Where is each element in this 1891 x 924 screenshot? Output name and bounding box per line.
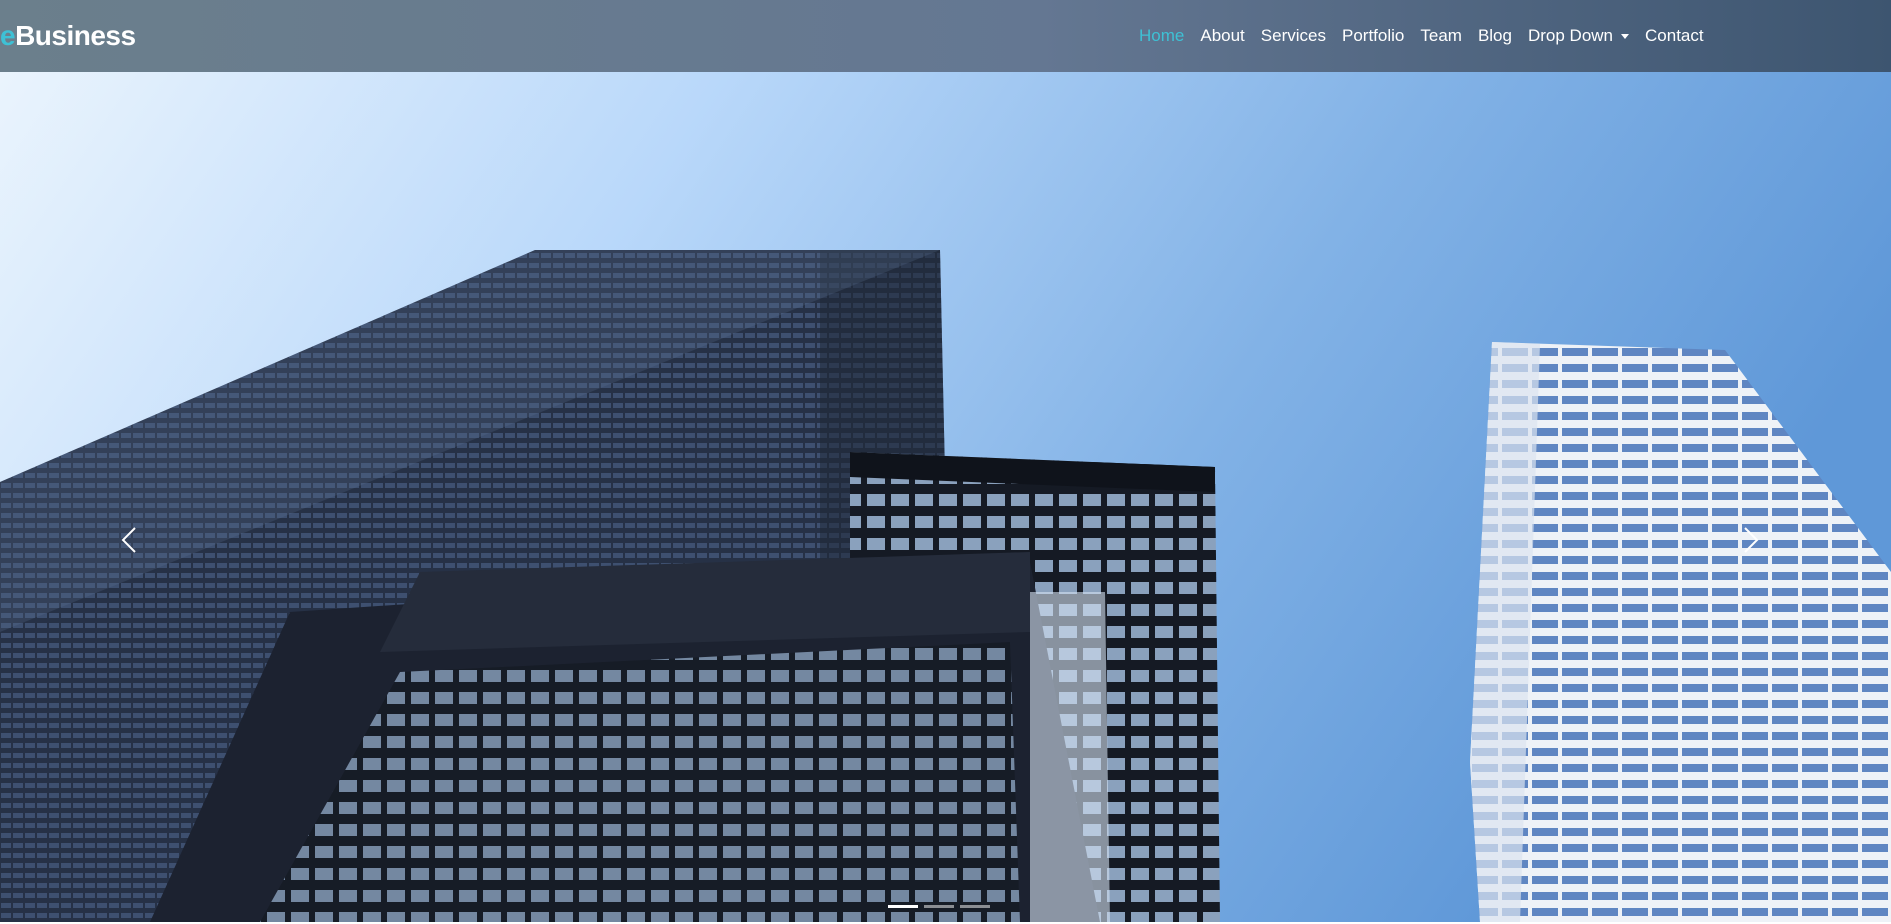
- nav-item-about[interactable]: About: [1200, 26, 1244, 46]
- brand-name: Business: [15, 20, 136, 51]
- brand-logo[interactable]: eBusiness: [0, 19, 136, 53]
- nav-item-label: Portfolio: [1341, 26, 1405, 45]
- nav-item-label: Drop Down: [1527, 26, 1614, 45]
- nav-item-home[interactable]: Home: [1139, 26, 1184, 46]
- nav-item-label: Blog: [1477, 26, 1512, 45]
- nav-item-blog[interactable]: Blog: [1478, 26, 1512, 46]
- nav-item-drop-down[interactable]: Drop Down: [1527, 26, 1630, 46]
- nav-item-services[interactable]: Services: [1261, 26, 1326, 46]
- page: eBusiness Home About Services Portfolio …: [0, 0, 1891, 924]
- nav-item-contact[interactable]: Contact: [1645, 26, 1704, 46]
- nav-item-label: About: [1200, 26, 1245, 45]
- site-header: eBusiness Home About Services Portfolio …: [0, 0, 1891, 72]
- hero-carousel: [0, 72, 1891, 922]
- nav-item-label: Services: [1260, 26, 1326, 45]
- nav-item-team[interactable]: Team: [1420, 26, 1462, 46]
- carousel-indicator[interactable]: [960, 905, 990, 908]
- carousel-indicator[interactable]: [924, 905, 954, 908]
- carousel-prev-button[interactable]: [111, 520, 151, 560]
- hero-background-image: [0, 72, 1891, 922]
- nav-item-label: Contact: [1645, 26, 1704, 45]
- nav-item-label: Home: [1139, 26, 1185, 45]
- caret-down-icon: [1621, 34, 1630, 39]
- carousel-next-button[interactable]: [1729, 520, 1769, 560]
- nav-item-portfolio[interactable]: Portfolio: [1342, 26, 1404, 46]
- chevron-left-icon: [121, 527, 136, 553]
- brand-accent-letter: e: [0, 20, 16, 51]
- chevron-right-icon: [1744, 527, 1759, 553]
- main-nav: Home About Services Portfolio Team Blog …: [1139, 0, 1720, 72]
- nav-item-label: Team: [1420, 26, 1462, 45]
- carousel-indicator[interactable]: [888, 905, 918, 908]
- carousel-indicators: [888, 905, 990, 908]
